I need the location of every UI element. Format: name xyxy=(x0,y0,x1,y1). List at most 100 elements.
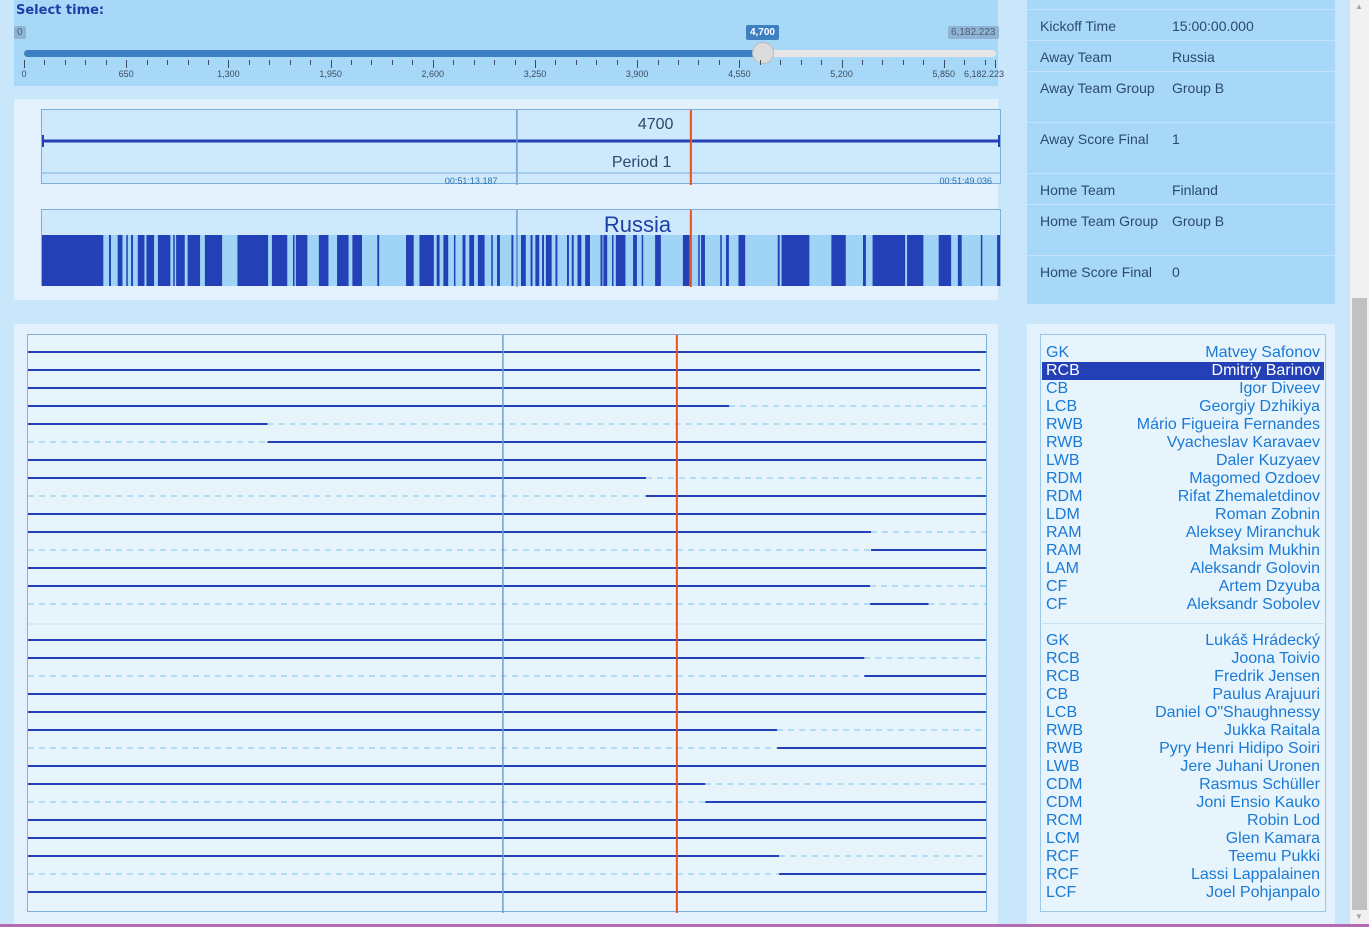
possession-strip[interactable]: Russia xyxy=(41,209,1001,287)
roster-row-away[interactable]: LWB Daler Kuzyaev xyxy=(1042,452,1324,470)
period-label: Period 1 xyxy=(611,154,672,171)
player-name: Lassi Lappalainen xyxy=(1191,866,1320,883)
roster-row-home[interactable]: RWB Jukka Raitala xyxy=(1042,722,1324,740)
slider-tick-label: 6,182.223 xyxy=(963,69,1005,79)
player-name: Georgiy Dzhikiya xyxy=(1199,398,1320,415)
possession-segment xyxy=(469,235,475,286)
scroll-thumb[interactable] xyxy=(1352,298,1367,910)
roster-row-away[interactable]: RDM Rifat Zhemaletdinov xyxy=(1042,488,1324,506)
possession-segment xyxy=(511,235,514,286)
roster-row-away[interactable]: RAM Aleksey Miranchuk xyxy=(1042,524,1324,542)
roster-row-away[interactable]: LDM Roman Zobnin xyxy=(1042,506,1324,524)
slider-tick xyxy=(371,60,373,65)
roster-row-home[interactable]: LCB Daniel O"Shaughnessy xyxy=(1042,704,1324,722)
possession-segment xyxy=(555,235,558,286)
player-position: LWB xyxy=(1046,758,1080,775)
match-info-value: 0 xyxy=(1172,264,1180,280)
match-info-key: Kickoff Time xyxy=(1040,18,1116,34)
roster-row-away[interactable]: LAM Aleksandr Golovin xyxy=(1042,560,1324,578)
possession-segment xyxy=(436,235,440,286)
slider-track[interactable] xyxy=(24,42,996,64)
window-end-clock: 00:51:49.036 xyxy=(939,176,992,186)
slider-min-badge: 0 xyxy=(14,26,26,39)
roster-row-home[interactable]: RCF Lassi Lappalainen xyxy=(1042,866,1324,884)
roster-row-home[interactable]: GK Lukáš Hrádecký xyxy=(1042,632,1324,650)
time-slider-panel: Select time: 0 6,182.223 4,700 0 650 1,300… xyxy=(14,0,1004,86)
match-info-row: Away Score Final 1 xyxy=(1027,122,1335,173)
possession-segment xyxy=(957,235,962,286)
possession-segment xyxy=(204,235,223,286)
player-position: CB xyxy=(1046,686,1069,703)
possession-svg xyxy=(42,210,1000,287)
match-info-row: Away Team Russia xyxy=(1027,40,1335,71)
slider-tick xyxy=(718,60,720,65)
scroll-up-icon[interactable]: ▲ xyxy=(1355,2,1363,11)
player-name: Aleksandr Sobolev xyxy=(1186,596,1320,613)
match-info-panel: Kickoff Time 15:00:00.000 Away Team Russia A… xyxy=(1027,0,1335,304)
match-info-row: Home Score Final 0 xyxy=(1027,255,1335,306)
player-position: LCB xyxy=(1046,704,1078,721)
possession-segment xyxy=(603,235,608,286)
possession-segment xyxy=(535,235,540,286)
roster-row-away[interactable]: RWB Mário Figueira Fernandes xyxy=(1042,416,1324,434)
player-position: GK xyxy=(1046,632,1070,649)
possession-segment xyxy=(777,235,780,286)
roster-row-home[interactable]: CDM Joni Ensio Kauko xyxy=(1042,794,1324,812)
slider-tick xyxy=(698,60,700,65)
slider-tick xyxy=(575,60,577,65)
slider-tick-label: 650 xyxy=(118,69,134,79)
possession-segment xyxy=(545,235,552,286)
match-info-key: Home Score Final xyxy=(1040,264,1153,280)
player-name: Mário Figueira Fernandes xyxy=(1136,416,1320,433)
scroll-down-icon[interactable]: ▼ xyxy=(1355,912,1363,921)
roster-row-away[interactable]: RAM Maksim Mukhin xyxy=(1042,542,1324,560)
roster-row-away[interactable]: GK Matvey Safonov xyxy=(1042,344,1324,362)
roster-row-home[interactable]: LCM Glen Kamara xyxy=(1042,830,1324,848)
roster-row-away[interactable]: CB Igor Diveev xyxy=(1042,380,1324,398)
roster-row-home[interactable]: LWB Jere Juhani Uronen xyxy=(1042,758,1324,776)
roster-row-home[interactable]: RCM Robin Lod xyxy=(1042,812,1324,830)
roster-row-home[interactable]: CDM Rasmus Schüller xyxy=(1042,776,1324,794)
possession-segment xyxy=(980,235,983,286)
match-info-row: Home Team Group Group B xyxy=(1027,204,1335,255)
roster-row-home[interactable]: RCF Teemu Pukki xyxy=(1042,848,1324,866)
roster-row-away[interactable]: RCB Dmitriy Barinov xyxy=(1042,362,1324,380)
possession-segment xyxy=(406,235,414,286)
roster-row-home[interactable]: RWB Pyry Henri Hidipo Soiri xyxy=(1042,740,1324,758)
roster-row-home[interactable]: CB Paulus Arajuuri xyxy=(1042,686,1324,704)
slider-fill xyxy=(24,50,763,57)
roster-row-away[interactable]: RWB Vyacheslav Karavaev xyxy=(1042,434,1324,452)
roster-row-away[interactable]: CF Artem Dzyuba xyxy=(1042,578,1324,596)
slider-tick xyxy=(780,60,782,65)
slider-tick xyxy=(105,60,107,65)
roster-row-away[interactable]: RDM Magomed Ozdoev xyxy=(1042,470,1324,488)
player-name: Vyacheslav Karavaev xyxy=(1166,434,1320,451)
player-position: LCB xyxy=(1046,398,1078,415)
slider-tick-label: 1,950 xyxy=(319,69,342,79)
slider-tick-label: 3,250 xyxy=(523,69,547,79)
player-position: RWB xyxy=(1046,740,1084,757)
roster-row-home[interactable]: RCB Joona Toivio xyxy=(1042,650,1324,668)
lanes-box[interactable] xyxy=(27,334,987,913)
roster-team-separator xyxy=(1042,623,1324,624)
possession-segment xyxy=(872,235,906,286)
slider-tick xyxy=(657,60,659,65)
slider-tick-label: 2,600 xyxy=(421,69,445,79)
possession-segment xyxy=(542,235,544,286)
player-name: Joel Pohjanpalo xyxy=(1206,884,1320,901)
possession-segment xyxy=(237,235,269,286)
slider-tick xyxy=(24,60,25,68)
period-timeline[interactable]: 4700 Period 1 00:51:13.187 00:51:49.036 xyxy=(41,109,1001,186)
roster-row-away[interactable]: LCB Georgiy Dzhikiya xyxy=(1042,398,1324,416)
slider-tick xyxy=(759,60,761,65)
slider-tick xyxy=(351,60,353,65)
player-position: RWB xyxy=(1046,434,1084,451)
possession-segment xyxy=(453,235,456,286)
page-scrollbar[interactable]: ▲ ▼ xyxy=(1350,0,1369,927)
roster-row-home[interactable]: RCB Fredrik Jensen xyxy=(1042,668,1324,686)
player-name: Maksim Mukhin xyxy=(1208,542,1320,559)
roster-row-home[interactable]: LCF Joel Pohjanpalo xyxy=(1042,884,1324,902)
player-position: RCF xyxy=(1046,848,1079,865)
roster-row-away[interactable]: CF Aleksandr Sobolev xyxy=(1042,596,1324,614)
possession-segment xyxy=(137,235,145,286)
